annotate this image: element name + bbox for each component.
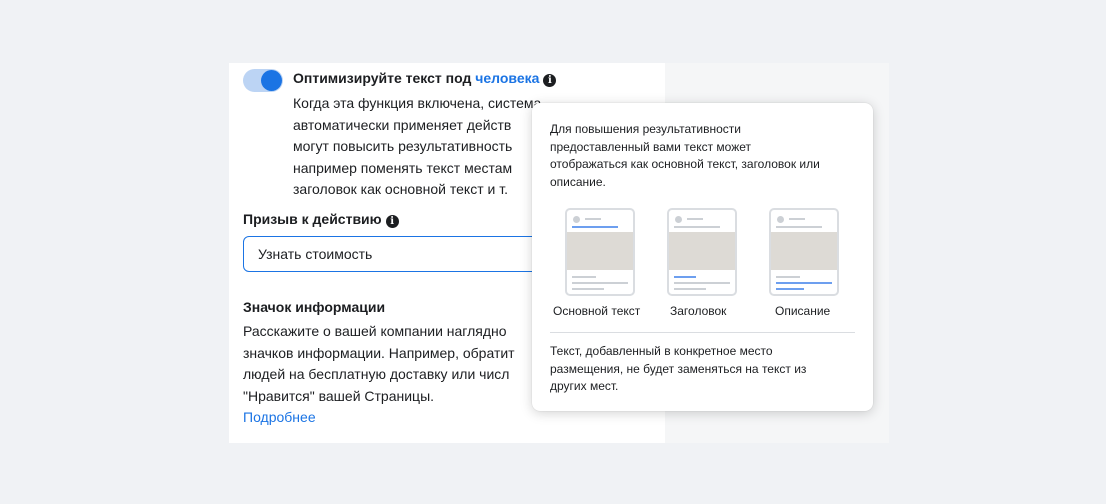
description-line: заголовок как основной текст и т. [293,181,508,197]
preview-label: Заголовок [670,304,727,318]
avatar-dot [777,216,784,223]
placeholder-bar [687,218,703,220]
info-badge-description: Расскажите о вашей компании наглядно зна… [243,321,515,407]
description-line: например поменять текст местам [293,159,513,176]
preview-label: Основной текст [553,304,641,318]
placeholder-bar [572,288,604,290]
description-line: автоматически применяет действ [293,116,512,133]
optimize-text-description: Когда эта функция включена, система авто… [293,93,541,201]
info-badge-label: Значок информации [243,299,386,315]
placeholder-bar [674,282,730,284]
description-preview-icon [769,208,839,296]
avatar-dot [675,216,682,223]
placeholder-bar [776,276,800,278]
placeholder-bar [674,288,706,290]
description-line: "Нравится" вашей Страницы. [243,387,435,404]
highlight-bar [572,226,618,228]
tooltip-line: описание. [550,174,606,189]
tooltip-line: отображаться как основной текст, заголов… [550,157,820,171]
highlight-bar [674,276,696,278]
learn-more-link[interactable]: Подробнее [243,409,316,425]
preview-label: Описание [775,304,831,318]
placeholder-bar [572,282,628,284]
tooltip-line: Для повышения результативности [550,122,741,136]
placeholder-bar [789,218,805,220]
toggle-knob [261,70,282,91]
image-placeholder [771,232,837,270]
stage: Оптимизируйте текст под человека i Когда … [0,0,1106,504]
description-line: могут повысить результативность [293,138,513,154]
info-icon[interactable]: i [385,215,399,228]
description-line: Расскажите о вашей компании наглядно [243,323,507,339]
tooltip-footer: Текст, добавленный в конкретное место ра… [550,343,806,396]
placeholder-bar [585,218,601,220]
description-line: значков информации. Например, обратит [243,344,515,361]
highlight-bar [776,288,804,290]
optimize-text-person-link[interactable]: человека [475,70,539,86]
tooltip-intro: Для повышения результативности предостав… [550,121,820,191]
optimize-text-title: Оптимизируйте текст под человека i [293,70,557,87]
description-line: людей на бесплатную доставку или числ [243,366,510,382]
image-placeholder [567,232,633,270]
primary-text-preview-icon [565,208,635,296]
optimize-text-title-prefix: Оптимизируйте текст под [293,70,476,86]
tooltip-line: предоставленный вами текст может [550,139,752,154]
info-icon[interactable]: i [543,74,557,87]
tooltip: Для повышения результативности предостав… [532,103,873,411]
cta-label: Призыв к действию i [243,211,399,228]
tooltip-line: размещения, не будет заменяться на текст… [550,361,807,376]
optimize-text-toggle[interactable] [243,69,283,92]
description-line: Когда эта функция включена, система [293,95,542,111]
tooltip-line: других мест. [550,379,619,393]
cta-label-text: Призыв к действию [243,211,382,227]
tooltip-line: Текст, добавленный в конкретное место [550,344,773,358]
placeholder-bar [674,226,720,228]
divider [550,332,855,333]
avatar-dot [573,216,580,223]
placeholder-bar [776,226,822,228]
headline-preview-icon [667,208,737,296]
highlight-bar [776,282,832,284]
image-placeholder [669,232,735,270]
placeholder-bar [572,276,596,278]
